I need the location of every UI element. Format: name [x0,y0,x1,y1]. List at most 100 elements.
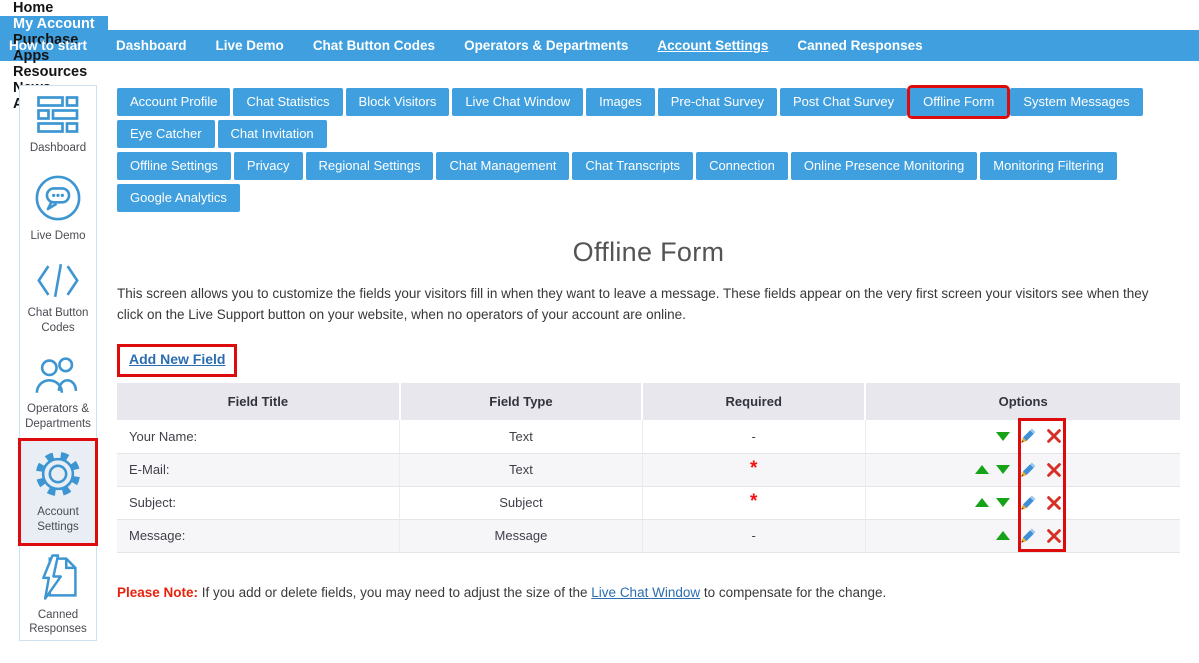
secondary-nav-item[interactable]: Dashboard [116,38,187,53]
settings-tab-label: Offline Settings [130,158,218,173]
settings-tab[interactable]: Chat Statistics [233,88,342,116]
settings-tab[interactable]: Offline Form [910,88,1007,116]
settings-tab[interactable]: Eye Catcher [117,120,215,148]
delete-x-icon[interactable] [1046,528,1062,544]
settings-tab[interactable]: Chat Invitation [218,120,327,148]
field-title-cell: E-Mail: [117,453,400,486]
edit-pencil-icon[interactable] [1020,528,1036,544]
column-header-field-type: Field Type [400,383,642,420]
move-up-icon[interactable] [975,465,989,474]
settings-tab-label: Images [599,94,642,109]
operators-icon [33,354,83,395]
settings-tab-label: Pre-chat Survey [671,94,764,109]
edit-pencil-icon[interactable] [1020,428,1036,444]
move-down-icon[interactable] [996,432,1010,441]
move-up-icon[interactable] [975,498,989,507]
sidebar-item-label: Account Settings [23,505,93,535]
delete-x-icon[interactable] [1046,495,1062,511]
secondary-nav-item[interactable]: Live Demo [216,38,284,53]
settings-tab-label: Chat Statistics [246,94,329,109]
table-row: Your Name: Text - [117,420,1180,453]
settings-tab[interactable]: Offline Settings [117,152,231,180]
settings-tab[interactable]: Account Profile [117,88,230,116]
sidebar-item[interactable]: Canned Responses [21,544,95,646]
live-chat-window-link[interactable]: Live Chat Window [591,585,700,600]
column-header-options: Options [865,383,1180,420]
field-type-cell: Text [400,420,642,453]
table-row: Subject: Subject * [117,486,1180,519]
fields-table: Field Title Field Type Required Options … [117,383,1180,553]
secondary-nav-item-label: Live Demo [216,38,284,53]
required-value: - [752,429,756,444]
required-value: - [752,528,756,543]
secondary-nav-item[interactable]: Account Settings [657,38,768,53]
options-cell [865,486,1180,519]
move-down-icon[interactable] [996,465,1010,474]
options-cell [865,453,1180,486]
delete-x-icon[interactable] [1046,462,1062,478]
settings-tab-label: Block Visitors [359,94,437,109]
edit-pencil-icon[interactable] [1020,495,1036,511]
settings-tab-label: Account Profile [130,94,217,109]
sidebar-item[interactable]: Chat Button Codes [21,253,95,344]
settings-tab-label: Live Chat Window [465,94,570,109]
delete-x-icon[interactable] [1046,428,1062,444]
sidebar-item-label: Chat Button Codes [23,306,93,336]
settings-tab[interactable]: Chat Transcripts [572,152,693,180]
required-value: * [750,458,757,479]
secondary-nav-item[interactable]: How to start [9,38,87,53]
secondary-nav-item[interactable]: Operators & Departments [464,38,628,53]
fields-table-wrap: Field Title Field Type Required Options … [117,383,1180,553]
settings-tab-label: Connection [709,158,775,173]
settings-tab[interactable]: Monitoring Filtering [980,152,1117,180]
secondary-nav-item-label: How to start [9,38,87,53]
settings-tabs-row-2: Offline Settings Privacy Regional Settings… [117,152,1180,216]
settings-tab[interactable]: Online Presence Monitoring [791,152,977,180]
required-cell: * [642,486,865,519]
settings-tab[interactable]: Images [586,88,655,116]
settings-tab[interactable]: Chat Management [436,152,569,180]
annotation-box-add-new-field: Add New Field [117,344,237,377]
settings-tab-label: System Messages [1023,94,1129,109]
settings-tab[interactable]: Connection [696,152,788,180]
edit-pencil-icon[interactable] [1020,462,1036,478]
sidebar-item[interactable]: Operators & Departments [21,345,95,440]
primary-nav-item[interactable]: Home [0,0,108,16]
settings-tab[interactable]: Regional Settings [306,152,434,180]
primary-nav: HomeMy AccountPurchaseAppsResourcesNewsA… [0,0,1199,30]
secondary-nav-item-label: Dashboard [116,38,187,53]
sidebar-item-label: Dashboard [30,141,86,156]
settings-tab-label: Chat Invitation [231,126,314,141]
settings-tab[interactable]: Post Chat Survey [780,88,907,116]
settings-tab-label: Offline Form [923,94,994,109]
primary-nav-item[interactable]: My Account [0,16,108,32]
sidebar: Dashboard Live Demo Chat Button Codes Op… [19,85,97,641]
table-row: Message: Message - [117,519,1180,552]
settings-tab[interactable]: Privacy [234,152,303,180]
sidebar-item[interactable]: Dashboard [21,87,95,164]
field-type-cell: Message [400,519,642,552]
secondary-nav-item[interactable]: Canned Responses [797,38,922,53]
primary-nav-item-label: My Account [13,16,95,32]
secondary-nav-item-label: Chat Button Codes [313,38,435,53]
secondary-nav-item[interactable]: Chat Button Codes [313,38,435,53]
field-type-cell: Subject [400,486,642,519]
secondary-nav-item-label: Account Settings [657,38,768,53]
move-down-icon[interactable] [996,498,1010,507]
settings-tab[interactable]: Live Chat Window [452,88,583,116]
settings-tab[interactable]: Google Analytics [117,184,240,212]
sidebar-item-label: Canned Responses [23,608,93,638]
table-header-row: Field Title Field Type Required Options [117,383,1180,420]
settings-tab[interactable]: Pre-chat Survey [658,88,777,116]
settings-tab[interactable]: Block Visitors [346,88,450,116]
sidebar-item[interactable]: Live Demo [21,165,95,252]
settings-tab[interactable]: System Messages [1010,88,1142,116]
page-description: This screen allows you to customize the … [117,283,1159,325]
settings-tab-label: Google Analytics [130,190,227,205]
move-up-icon[interactable] [996,531,1010,540]
sidebar-item[interactable]: Account Settings [21,441,95,543]
gear-icon [34,450,82,498]
add-new-field-link[interactable]: Add New Field [129,351,225,367]
settings-tab-label: Regional Settings [319,158,421,173]
settings-tab-label: Online Presence Monitoring [804,158,964,173]
